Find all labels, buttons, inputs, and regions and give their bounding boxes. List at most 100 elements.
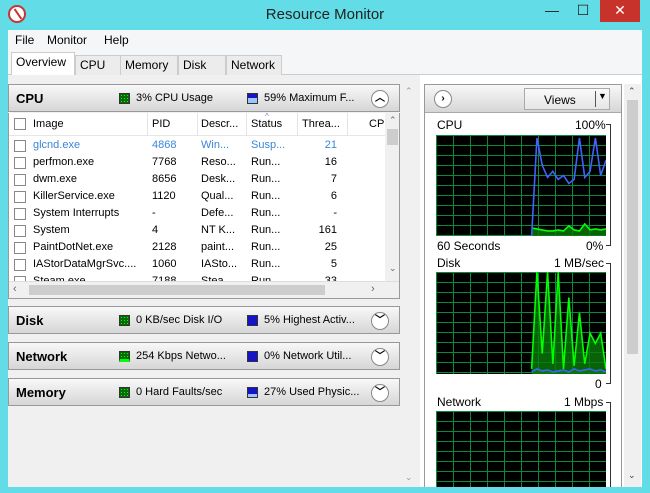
app-icon: [8, 5, 26, 23]
table-row[interactable]: System Interrupts - Defe... Run... -: [9, 205, 385, 222]
row-checkbox[interactable]: [14, 208, 26, 220]
cpu-panel-header[interactable]: CPU 3% CPU Usage 59% Maximum F... ︿: [8, 84, 400, 112]
cell-threads: 25: [324, 241, 337, 253]
network-panel-title: Network: [16, 349, 68, 364]
col-threads[interactable]: Threa...: [302, 113, 340, 136]
tab-network[interactable]: Network: [226, 55, 282, 75]
memory-panel-header[interactable]: Memory 0 Hard Faults/sec 27% Used Physic…: [8, 378, 400, 406]
table-hscroll-thumb[interactable]: [29, 285, 325, 295]
disk-active-swatch: [247, 315, 258, 326]
cpu-freq-swatch: [247, 93, 258, 104]
col-image[interactable]: Image: [33, 113, 64, 136]
cpu-usage-swatch: [119, 93, 130, 104]
memory-used-swatch: [247, 387, 258, 398]
network-util-stat: 0% Network Util...: [264, 350, 352, 362]
table-row[interactable]: perfmon.exe 7768 Reso... Run... 16: [9, 154, 385, 171]
scroll-left-icon[interactable]: ‹: [13, 283, 17, 295]
tab-cpu[interactable]: CPU: [75, 55, 123, 75]
cell-image: System: [33, 224, 70, 236]
collapse-chevron-up-icon[interactable]: ︿: [371, 90, 389, 108]
cell-pid: 7768: [152, 156, 177, 168]
table-header: Image PID Descr... Status ^ Threa... CP: [9, 113, 385, 136]
disk-graph-label: Disk: [437, 256, 461, 270]
cell-description: Win...: [201, 139, 230, 151]
cell-pid: -: [152, 207, 156, 219]
tab-overview[interactable]: Overview: [11, 52, 75, 75]
table-vscroll-thumb[interactable]: [387, 129, 398, 145]
col-pid[interactable]: PID: [152, 113, 170, 136]
disk-graph: [436, 272, 606, 374]
disk-io-stat: 0 KB/sec Disk I/O: [136, 314, 223, 326]
minimize-button[interactable]: —: [537, 0, 567, 22]
cell-description: Reso...: [201, 156, 236, 168]
row-checkbox[interactable]: [14, 157, 26, 169]
memory-panel-title: Memory: [16, 385, 66, 400]
row-checkbox[interactable]: [14, 225, 26, 237]
cell-description: NT K...: [201, 224, 236, 236]
col-cpu[interactable]: CP: [369, 113, 384, 136]
views-dropdown[interactable]: Views ▼: [524, 88, 610, 110]
disk-panel-header[interactable]: Disk 0 KB/sec Disk I/O 5% Highest Activ.…: [8, 306, 400, 334]
disk-graph-min: 0: [595, 377, 602, 391]
row-checkbox[interactable]: [14, 242, 26, 254]
cpu-graph-timespan: 60 Seconds: [437, 239, 501, 253]
cell-pid: 1060: [152, 258, 177, 270]
graphs-toolbar: › Views ▼: [425, 85, 621, 113]
cpu-process-table: Image PID Descr... Status ^ Threa... CP …: [8, 113, 400, 299]
table-row[interactable]: KillerService.exe 1120 Qual... Run... 6: [9, 188, 385, 205]
table-row[interactable]: IAStorDataMgrSvc.... 1060 IASto... Run..…: [9, 256, 385, 273]
left-pane-scrollbar[interactable]: ⌃ ⌄: [402, 84, 418, 487]
scroll-up-icon[interactable]: ⌃: [405, 86, 413, 97]
menu-file[interactable]: File: [15, 33, 34, 47]
disk-graph-max: 1 MB/sec: [554, 256, 605, 270]
cell-description: paint...: [201, 241, 235, 253]
table-row[interactable]: PaintDotNet.exe 2128 paint... Run... 25: [9, 239, 385, 256]
cell-image: PaintDotNet.exe: [33, 241, 114, 253]
cell-pid: 8656: [152, 173, 177, 185]
cell-pid: 2128: [152, 241, 177, 253]
network-io-stat: 254 Kbps Netwo...: [136, 350, 226, 362]
tab-memory[interactable]: Memory: [120, 55, 178, 75]
cpu-usage-stat: 3% CPU Usage: [136, 92, 214, 104]
cell-image: glcnd.exe: [33, 139, 81, 151]
network-graph-label: Network: [437, 395, 482, 409]
cell-description: IASto...: [201, 258, 238, 270]
cell-threads: 21: [324, 139, 337, 151]
tab-disk[interactable]: Disk: [178, 55, 226, 75]
table-row[interactable]: glcnd.exe 4868 Win... Susp... 21: [9, 137, 385, 154]
expand-chevron-down-icon[interactable]: ﹀: [371, 348, 389, 366]
row-checkbox[interactable]: [14, 174, 26, 186]
table-vscroll[interactable]: ⌃ ⌄: [385, 113, 399, 281]
menu-monitor[interactable]: Monitor: [47, 33, 87, 47]
cell-image: KillerService.exe: [33, 190, 115, 202]
cpu-panel-title: CPU: [16, 91, 44, 106]
col-description[interactable]: Descr...: [201, 113, 238, 136]
row-checkbox[interactable]: [14, 259, 26, 271]
cell-status: Run...: [251, 173, 281, 185]
row-checkbox[interactable]: [14, 140, 26, 152]
maximize-button[interactable]: ☐: [568, 0, 598, 22]
close-button[interactable]: ✕: [600, 0, 640, 22]
table-row[interactable]: dwm.exe 8656 Desk... Run... 7: [9, 171, 385, 188]
cell-pid: 4: [152, 224, 159, 236]
row-checkbox[interactable]: [14, 191, 26, 203]
cpu-freq-stat: 59% Maximum F...: [264, 92, 355, 104]
graphs-scroll-thumb[interactable]: [627, 100, 638, 354]
scroll-right-icon[interactable]: ›: [371, 283, 375, 295]
network-panel-header[interactable]: Network 254 Kbps Netwo... 0% Network Uti…: [8, 342, 400, 370]
graphs-scrollbar[interactable]: ⌃ ⌄: [624, 84, 641, 487]
expand-chevron-down-icon[interactable]: ﹀: [371, 312, 389, 330]
sort-arrow-icon: ^: [265, 113, 269, 121]
cell-status: Susp...: [251, 139, 286, 151]
cell-image: IAStorDataMgrSvc....: [33, 258, 137, 270]
menu-help[interactable]: Help: [104, 33, 129, 47]
table-hscroll[interactable]: ‹ ›: [9, 281, 399, 298]
select-all-checkbox[interactable]: [14, 118, 26, 130]
collapse-chevron-right-icon[interactable]: ›: [434, 90, 452, 108]
cell-threads: 7: [330, 173, 337, 185]
scroll-down-icon[interactable]: ⌄: [405, 472, 413, 483]
expand-chevron-down-icon[interactable]: ﹀: [371, 384, 389, 402]
disk-io-swatch: [119, 315, 130, 326]
tab-bar: Overview CPU Memory Disk Network: [8, 50, 642, 75]
table-row[interactable]: System 4 NT K... Run... 161: [9, 222, 385, 239]
